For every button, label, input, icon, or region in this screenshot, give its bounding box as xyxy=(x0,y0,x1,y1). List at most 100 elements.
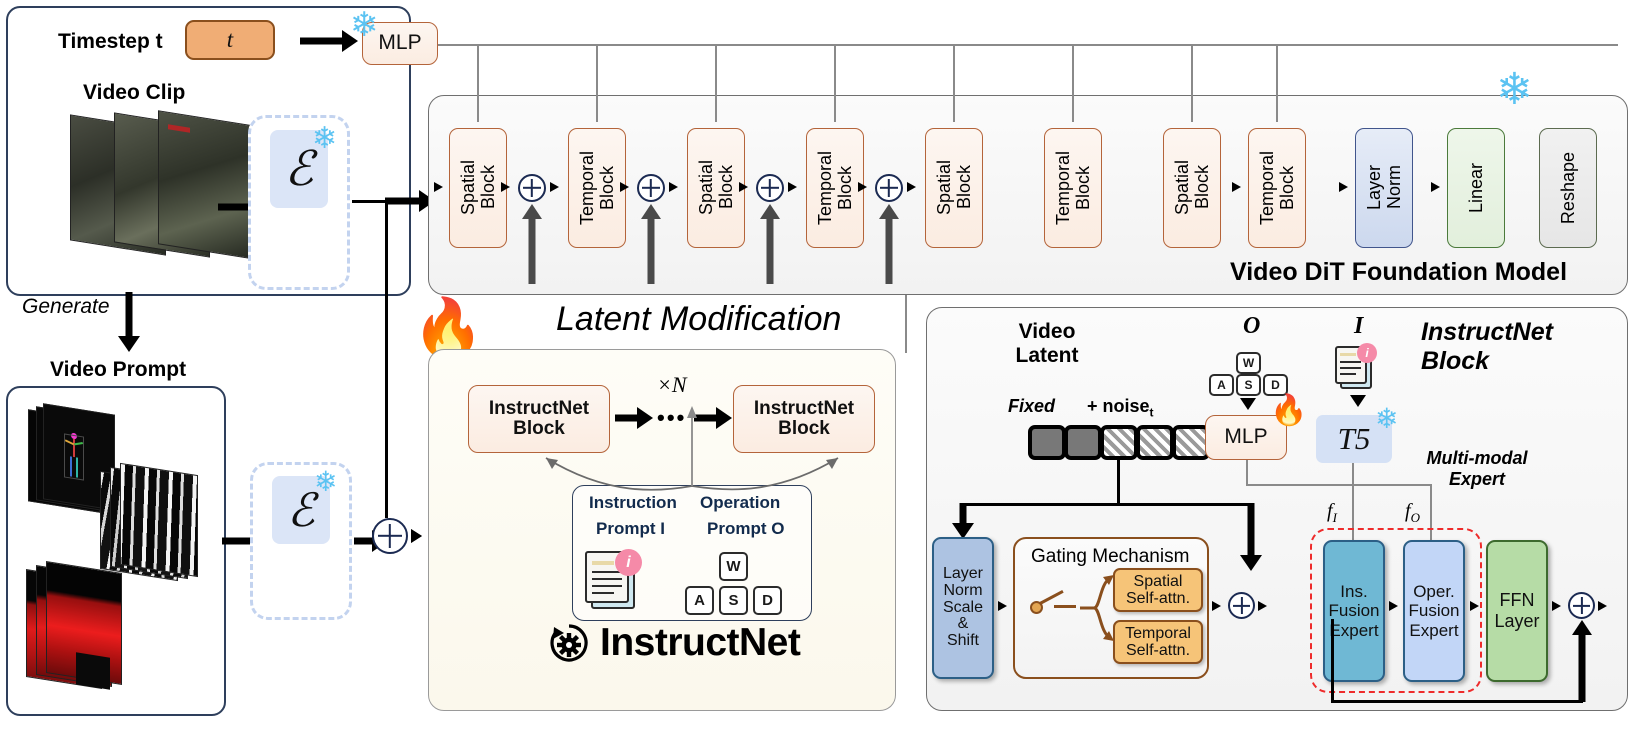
timestep-drop-line xyxy=(1072,44,1074,122)
dit-block-label: Temporal Block xyxy=(1256,150,1297,226)
timestep-drop-line xyxy=(596,44,598,122)
ffn-residual-up-arrow xyxy=(1572,620,1592,702)
instructnet-ellipsis: • • • xyxy=(657,405,684,430)
gear-icon xyxy=(546,620,592,666)
instructnet-block-left-label: InstructNet Block xyxy=(488,398,590,439)
dit-arrowhead xyxy=(1232,182,1241,192)
dit-arrowhead xyxy=(907,182,916,192)
noise-subscript: t xyxy=(1149,405,1154,420)
snowflake-icon: ❄ xyxy=(312,122,338,155)
dit-block-spatial-block: Spatial Block xyxy=(1163,128,1221,248)
dit-arrowhead xyxy=(739,182,748,192)
ffn-out-arrowhead xyxy=(1552,601,1561,611)
video-prompt-frames xyxy=(18,403,218,705)
operation-symbol: O xyxy=(1243,313,1261,339)
dit-block-reshape: Reshape xyxy=(1539,128,1597,248)
dit-block-label: Layer Norm xyxy=(1363,165,1404,211)
block-out-arrowhead xyxy=(1598,601,1607,611)
gating-out-arrowhead xyxy=(1212,601,1221,611)
key-s: S xyxy=(719,586,748,615)
dit-block-layer-norm: Layer Norm xyxy=(1355,128,1413,248)
vae-trunk-v xyxy=(385,200,388,518)
latent-cell-noise-2 xyxy=(1136,425,1174,460)
instructnet-to-block-v xyxy=(905,295,907,353)
dit-arrowhead xyxy=(1431,182,1440,192)
instructnet-block-left: InstructNet Block xyxy=(468,385,610,453)
operation-prompt-title: Operation xyxy=(700,493,781,512)
latent-drop-v xyxy=(1117,460,1120,505)
oper-fusion-expert: Oper. Fusion Expert xyxy=(1403,540,1465,682)
timestep-drop-line xyxy=(1276,44,1278,122)
f-i-subscript: I xyxy=(1332,510,1337,525)
latent-cell-noise-1 xyxy=(1100,425,1138,460)
layer-norm-scale-shift: Layer Norm Scale & Shift xyxy=(932,537,994,679)
dit-block-spatial-block: Spatial Block xyxy=(925,128,983,248)
instructnet-block-title: InstructNet Block xyxy=(1421,318,1553,375)
latent-to-layernorm-arrow xyxy=(952,503,974,539)
i-to-t5-arrowhead xyxy=(1350,395,1366,407)
ellipsis-to-block-arrow xyxy=(694,407,732,429)
latent-cell-fixed-1 xyxy=(1028,425,1066,460)
snowflake-icon: ❄ xyxy=(350,6,379,44)
instructnet-block-title-l1: InstructNet Block xyxy=(1421,318,1553,376)
key-d: D xyxy=(1263,374,1288,396)
ins-to-oper-arrowhead xyxy=(1389,601,1398,611)
gating-mechanism-title: Gating Mechanism xyxy=(1031,546,1190,567)
dit-residual-plus xyxy=(637,174,665,202)
instructnet-block-right: InstructNet Block xyxy=(733,385,875,453)
instruction-symbol: I xyxy=(1354,313,1364,339)
temporal-self-attn-box: Temporal Self-attn. xyxy=(1113,620,1203,664)
spatial-self-attn-box: Spatial Self-attn. xyxy=(1113,568,1203,612)
dit-arrowhead xyxy=(620,182,629,192)
latent-sum-plus xyxy=(372,518,408,554)
gating-residual-plus xyxy=(1228,592,1255,619)
instructnet-to-dit-arrow xyxy=(760,204,780,284)
dit-block-temporal-block: Temporal Block xyxy=(568,128,626,248)
timestep-drop-line xyxy=(477,44,479,122)
dit-arrowhead xyxy=(1339,182,1348,192)
timestep-drop-line xyxy=(953,44,955,122)
key-w: W xyxy=(1236,352,1261,374)
timestep-box-value: t xyxy=(226,26,234,52)
video-dit-title: Video DiT Foundation Model xyxy=(1230,258,1568,286)
ffn-residual-v-left xyxy=(1331,619,1334,703)
dit-block-label: Spatial Block xyxy=(1171,160,1212,216)
instruction-prompt-title: Instruction xyxy=(589,493,677,512)
f-o-subscript: O xyxy=(1410,510,1420,525)
instructnet-title: InstructNet xyxy=(600,621,801,664)
video-clip-frames xyxy=(70,110,260,263)
mlp-out-h xyxy=(1246,484,1432,486)
mlp-label: MLP xyxy=(378,31,422,55)
dit-residual-plus xyxy=(875,174,903,202)
info-badge: i xyxy=(615,549,642,576)
timestep-drop-line xyxy=(715,44,717,122)
latent-cell-fixed-2 xyxy=(1064,425,1102,460)
key-a: A xyxy=(1209,374,1234,396)
dit-block-label: Spatial Block xyxy=(695,160,736,216)
t5-label: T5 xyxy=(1337,420,1371,456)
repeat-n-label: ×N xyxy=(657,372,687,397)
snowflake-icon: ❄ xyxy=(314,466,338,497)
snowflake-icon: ❄ xyxy=(1496,65,1533,114)
timestep-drop-line xyxy=(834,44,836,122)
mlp-label-right: MLP xyxy=(1224,425,1268,449)
key-w: W xyxy=(719,552,748,581)
after-plus-arrowhead xyxy=(1258,601,1267,611)
flame-icon: 🔥 xyxy=(1270,394,1308,427)
dit-block-label: Temporal Block xyxy=(1052,150,1093,226)
instruction-document-icon: i xyxy=(1334,343,1382,393)
dit-block-temporal-block: Temporal Block xyxy=(806,128,864,248)
prompt-to-blocks-connectors xyxy=(545,406,839,491)
dit-arrowhead xyxy=(788,182,797,192)
f-o-label: fO xyxy=(1405,500,1420,525)
dit-block-label: Temporal Block xyxy=(576,150,617,226)
instructnet-input-arrowhead xyxy=(411,529,422,543)
operation-prompt-sub: Prompt O xyxy=(707,519,785,538)
multimodal-expert-label: Multi-modal Expert xyxy=(1426,448,1528,489)
timestep-drop-line xyxy=(1191,44,1193,122)
latent-residual-arrow xyxy=(1240,503,1262,571)
layernorm-out-arrowhead xyxy=(998,601,1007,611)
dit-block-label: Spatial Block xyxy=(457,160,498,216)
dit-arrowhead xyxy=(501,182,510,192)
f-i-label: fI xyxy=(1327,500,1337,525)
